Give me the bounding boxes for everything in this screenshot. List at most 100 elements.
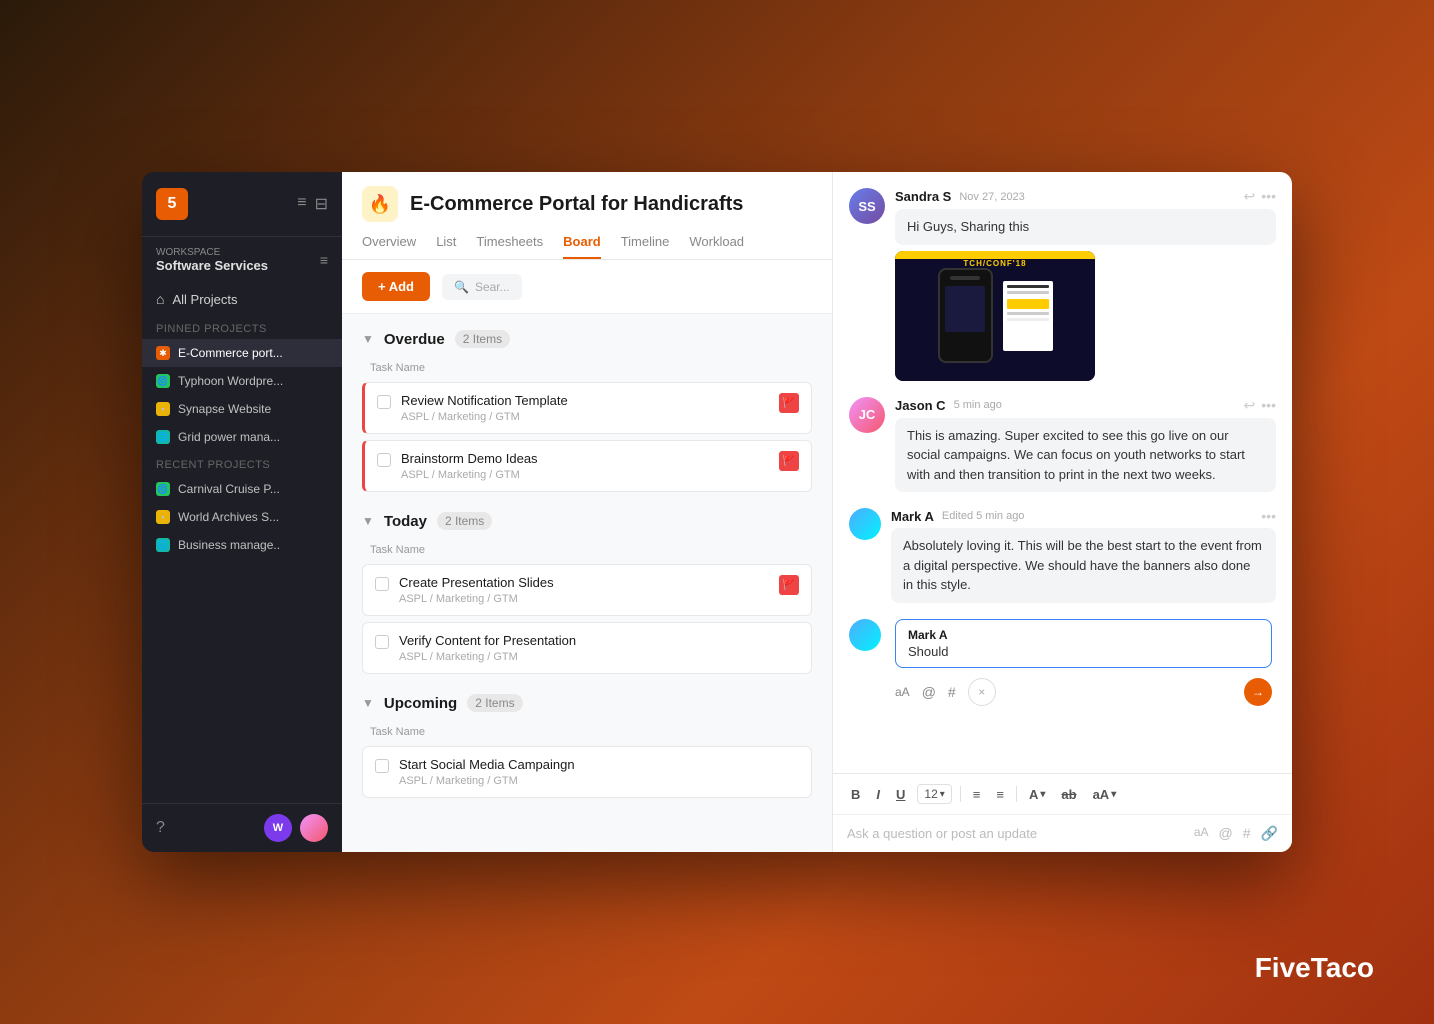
task-checkbox5[interactable] bbox=[375, 759, 389, 773]
reply-input-box[interactable]: Mark A Should bbox=[895, 619, 1272, 668]
underline-button[interactable]: U bbox=[892, 785, 909, 804]
toggle-overdue[interactable]: ▼ bbox=[362, 332, 374, 346]
nav-dot-green: 🌀 bbox=[156, 374, 170, 388]
section-header-overdue[interactable]: ▼ Overdue 2 Items bbox=[362, 330, 812, 348]
sidebar-item-label: World Archives S... bbox=[178, 510, 279, 524]
toggle-upcoming[interactable]: ▼ bbox=[362, 696, 374, 710]
chat-messages: SS Sandra S Nov 27, 2023 ↩ ••• Hi Guys, … bbox=[833, 172, 1292, 773]
msg-header-sandra: Sandra S Nov 27, 2023 ↩ ••• bbox=[895, 188, 1276, 205]
hashtag-input-icon[interactable]: # bbox=[1243, 825, 1251, 842]
task-create-slides[interactable]: Create Presentation Slides ASPL / Market… bbox=[362, 564, 812, 616]
more-icon[interactable]: ••• bbox=[1261, 188, 1276, 205]
tab-timesheets[interactable]: Timesheets bbox=[476, 234, 543, 259]
tab-overview[interactable]: Overview bbox=[362, 234, 416, 259]
task-flag2: 🚩 bbox=[779, 451, 799, 471]
task-path3: ASPL / Marketing / GTM bbox=[399, 593, 769, 605]
hamburger-icon[interactable]: ≡ bbox=[297, 194, 306, 214]
sidebar-item-grid[interactable]: 🌐 Grid power mana... bbox=[142, 423, 342, 451]
sidebar-item-typhoon[interactable]: 🌀 Typhoon Wordpre... bbox=[142, 367, 342, 395]
italic-button[interactable]: I bbox=[872, 785, 884, 804]
paper-line4 bbox=[1007, 318, 1049, 321]
paper-line3 bbox=[1007, 312, 1049, 315]
task-checkbox3[interactable] bbox=[375, 577, 389, 591]
task-info4: Verify Content for Presentation ASPL / M… bbox=[399, 633, 799, 663]
reply-icon-jason[interactable]: ↩ bbox=[1244, 397, 1256, 414]
workspace-menu-icon[interactable]: ≡ bbox=[320, 252, 328, 268]
bold-button[interactable]: B bbox=[847, 785, 864, 804]
task-checkbox[interactable] bbox=[377, 395, 391, 409]
task-path2: ASPL / Marketing / GTM bbox=[401, 469, 769, 481]
font-button[interactable]: aA▾ bbox=[1089, 785, 1121, 804]
section-name-upcoming: Upcoming bbox=[384, 695, 457, 712]
sidebar-item-carnival[interactable]: 🌀 Carnival Cruise P... bbox=[142, 475, 342, 503]
task-review[interactable]: Review Notification Template ASPL / Mark… bbox=[362, 382, 812, 434]
bottom-brand: FiveTaco bbox=[1255, 952, 1374, 984]
task-flag: 🚩 bbox=[779, 393, 799, 413]
text-color-button[interactable]: A▾ bbox=[1025, 785, 1049, 804]
section-name-overdue: Overdue bbox=[384, 331, 445, 348]
tab-board[interactable]: Board bbox=[563, 234, 601, 259]
msg-bubble-sandra: Hi Guys, Sharing this bbox=[895, 209, 1276, 245]
font-size-chevron: ▾ bbox=[940, 789, 945, 800]
section-count-upcoming: 2 Items bbox=[467, 694, 522, 712]
task-info5: Start Social Media Campaingn ASPL / Mark… bbox=[399, 757, 799, 787]
sidebar-item-world[interactable]: ▪ World Archives S... bbox=[142, 503, 342, 531]
tab-list[interactable]: List bbox=[436, 234, 456, 259]
toggle-today[interactable]: ▼ bbox=[362, 514, 374, 528]
home-icon: ⌂ bbox=[156, 291, 164, 307]
font-size-select[interactable]: 12 ▾ bbox=[917, 784, 951, 804]
task-brainstorm[interactable]: Brainstorm Demo Ideas ASPL / Marketing /… bbox=[362, 440, 812, 492]
hashtag-icon[interactable]: # bbox=[948, 684, 956, 700]
help-icon[interactable]: ? bbox=[156, 819, 165, 837]
reply-text[interactable]: Should bbox=[908, 644, 1259, 659]
align-right-button[interactable]: ≡ bbox=[992, 785, 1008, 804]
chat-input[interactable]: Ask a question or post an update bbox=[847, 826, 1194, 841]
reply-close-button[interactable]: × bbox=[968, 678, 996, 706]
mention-input-icon[interactable]: @ bbox=[1219, 825, 1233, 842]
task-info: Review Notification Template ASPL / Mark… bbox=[401, 393, 769, 423]
align-left-button[interactable]: ≡ bbox=[969, 785, 985, 804]
msg-image-sandra: TCH/CONF'18 bbox=[895, 251, 1095, 381]
strikethrough-button[interactable]: ab bbox=[1057, 785, 1080, 804]
mention-icon[interactable]: @ bbox=[922, 684, 936, 700]
message-sandra: SS Sandra S Nov 27, 2023 ↩ ••• Hi Guys, … bbox=[849, 188, 1276, 381]
nav-dot-yellow: ▪ bbox=[156, 402, 170, 416]
task-verify[interactable]: Verify Content for Presentation ASPL / M… bbox=[362, 622, 812, 674]
task-checkbox4[interactable] bbox=[375, 635, 389, 649]
sidebar-header-icons: ≡ ⊟ bbox=[297, 194, 328, 214]
reply-icon[interactable]: ↩ bbox=[1244, 188, 1256, 205]
reply-send-button[interactable]: → bbox=[1244, 678, 1272, 706]
link-input-icon[interactable]: 🔗 bbox=[1261, 825, 1278, 842]
avatar-w[interactable]: W bbox=[264, 814, 292, 842]
sidebar-item-label: Grid power mana... bbox=[178, 430, 280, 444]
logo-icon: 5 bbox=[156, 188, 188, 220]
toolbar-divider1 bbox=[960, 786, 961, 802]
nav-dot-green2: 🌀 bbox=[156, 482, 170, 496]
avatar-user[interactable] bbox=[300, 814, 328, 842]
font-size-icon[interactable]: aA bbox=[895, 685, 910, 699]
more-icon-jason[interactable]: ••• bbox=[1261, 397, 1276, 414]
add-button[interactable]: + Add bbox=[362, 272, 430, 301]
sidebar-item-ecommerce[interactable]: ✱ E-Commerce port... bbox=[142, 339, 342, 367]
task-name5: Start Social Media Campaingn bbox=[399, 757, 799, 772]
workspace-name: Software Services bbox=[156, 258, 268, 273]
search-box[interactable]: 🔍 Sear... bbox=[442, 274, 522, 300]
msg-time-sandra: Nov 27, 2023 bbox=[959, 191, 1024, 203]
tab-timeline[interactable]: Timeline bbox=[621, 234, 670, 259]
msg-actions-jason: ↩ ••• bbox=[1244, 397, 1276, 414]
sidebar-item-business[interactable]: 🌐 Business manage.. bbox=[142, 531, 342, 559]
all-projects-button[interactable]: ⌂ All Projects bbox=[142, 283, 342, 315]
image-bg: TCH/CONF'18 bbox=[895, 251, 1095, 381]
more-icon-marka[interactable]: ••• bbox=[1261, 508, 1276, 524]
layout-icon[interactable]: ⊟ bbox=[315, 194, 328, 214]
sidebar-item-synapse[interactable]: ▪ Synapse Website bbox=[142, 395, 342, 423]
section-header-upcoming[interactable]: ▼ Upcoming 2 Items bbox=[362, 694, 812, 712]
tab-workload[interactable]: Workload bbox=[689, 234, 744, 259]
task-checkbox2[interactable] bbox=[377, 453, 391, 467]
msg-text-sandra: Hi Guys, Sharing this bbox=[907, 219, 1029, 234]
chat-input-row: Ask a question or post an update aA @ # … bbox=[833, 814, 1292, 852]
project-title-row: 🔥 E-Commerce Portal for Handicrafts bbox=[362, 186, 812, 222]
section-header-today[interactable]: ▼ Today 2 Items bbox=[362, 512, 812, 530]
task-social[interactable]: Start Social Media Campaingn ASPL / Mark… bbox=[362, 746, 812, 798]
text-size-icon[interactable]: aA bbox=[1194, 825, 1209, 842]
